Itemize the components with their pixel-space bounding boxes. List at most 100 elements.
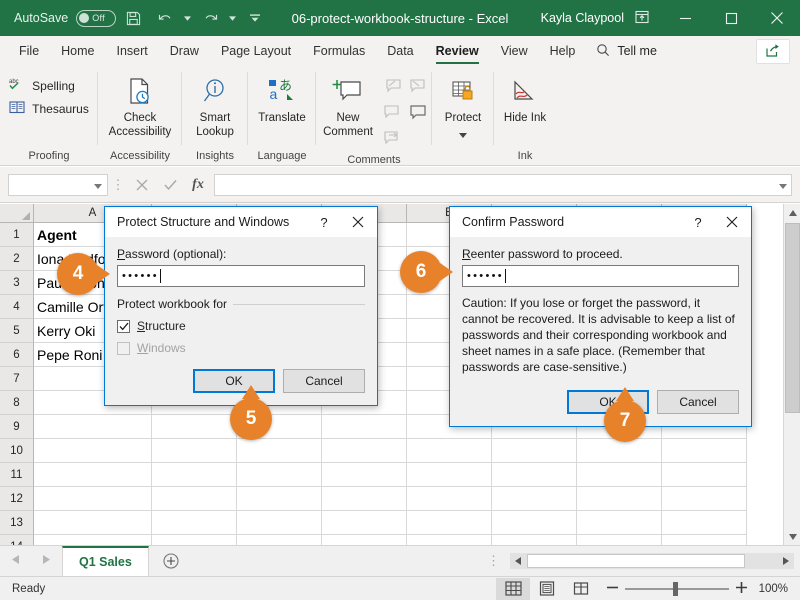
row-header[interactable]: 3 (0, 271, 34, 295)
row-header[interactable]: 10 (0, 439, 34, 463)
row-header[interactable]: 7 (0, 367, 34, 391)
cell-e10[interactable] (407, 439, 492, 463)
cell-b14[interactable] (152, 535, 237, 545)
hide-ink-button[interactable]: Hide Ink (495, 70, 555, 126)
formula-input[interactable] (214, 174, 792, 196)
cell-e14[interactable] (407, 535, 492, 545)
cell-d11[interactable] (322, 463, 407, 487)
zoom-in-icon[interactable] (735, 581, 748, 597)
cell-h13[interactable] (662, 511, 747, 535)
tab-file[interactable]: File (8, 36, 50, 66)
checkbox-checked-icon[interactable] (117, 320, 130, 333)
cell-h12[interactable] (662, 487, 747, 511)
redo-dropdown-icon[interactable] (227, 5, 238, 31)
check-accessibility-button[interactable]: Check Accessibility (104, 70, 176, 139)
cell-a13[interactable] (34, 511, 152, 535)
cell-g13[interactable] (577, 511, 662, 535)
row-header[interactable]: 11 (0, 463, 34, 487)
save-icon[interactable] (118, 5, 148, 31)
add-sheet-icon[interactable] (149, 553, 193, 569)
tab-data[interactable]: Data (376, 36, 424, 66)
thesaurus-button[interactable]: Thesaurus (9, 100, 89, 118)
cell-g12[interactable] (577, 487, 662, 511)
tab-help[interactable]: Help (539, 36, 587, 66)
vertical-scrollbar[interactable] (783, 204, 800, 545)
spelling-button[interactable]: abc Spelling (9, 76, 89, 95)
minimize-icon[interactable] (662, 0, 708, 36)
cell-c11[interactable] (237, 463, 322, 487)
cell-a12[interactable] (34, 487, 152, 511)
cell-g10[interactable] (577, 439, 662, 463)
scroll-left-icon[interactable] (510, 553, 526, 569)
undo-icon[interactable] (150, 5, 180, 31)
cell-c10[interactable] (237, 439, 322, 463)
row-header[interactable]: 14 (0, 535, 34, 545)
chevron-down-icon[interactable] (779, 178, 787, 192)
help-icon[interactable]: ? (683, 208, 713, 237)
tab-page-layout[interactable]: Page Layout (210, 36, 302, 66)
cell-e13[interactable] (407, 511, 492, 535)
page-break-preview-icon[interactable] (564, 578, 598, 600)
cell-f12[interactable] (492, 487, 577, 511)
cell-f11[interactable] (492, 463, 577, 487)
ribbon-display-options-icon[interactable] (634, 9, 650, 28)
row-header[interactable]: 4 (0, 295, 34, 319)
page-layout-view-icon[interactable] (530, 578, 564, 600)
cell-e11[interactable] (407, 463, 492, 487)
tell-me-box[interactable]: Tell me (586, 43, 667, 60)
tab-draw[interactable]: Draw (159, 36, 210, 66)
delete-comment-icon[interactable] (383, 104, 402, 123)
row-header[interactable]: 12 (0, 487, 34, 511)
previous-sheet-icon[interactable] (12, 555, 19, 567)
zoom-slider[interactable] (625, 582, 729, 596)
name-box[interactable] (8, 174, 108, 196)
cancel-button[interactable]: Cancel (283, 369, 365, 393)
redo-icon[interactable] (195, 5, 225, 31)
scroll-divider[interactable]: ⋮ (477, 553, 510, 569)
close-icon[interactable] (339, 208, 377, 237)
insert-function-icon[interactable]: fx (184, 174, 212, 196)
scroll-down-icon[interactable] (784, 528, 800, 545)
cell-c12[interactable] (237, 487, 322, 511)
translate-button[interactable]: aあ Translate (249, 70, 315, 126)
cell-g14[interactable] (577, 535, 662, 545)
row-header[interactable]: 13 (0, 511, 34, 535)
chevron-down-icon[interactable] (459, 129, 467, 143)
cell-a14[interactable] (34, 535, 152, 545)
chevron-down-icon[interactable] (94, 178, 102, 192)
row-header[interactable]: 8 (0, 391, 34, 415)
cell-f10[interactable] (492, 439, 577, 463)
cell-d10[interactable] (322, 439, 407, 463)
share-button[interactable] (756, 39, 790, 64)
cell-h10[interactable] (662, 439, 747, 463)
show-comments-icon[interactable] (409, 104, 428, 123)
row-header[interactable]: 1 (0, 223, 34, 247)
horizontal-scrollbar[interactable] (510, 553, 794, 569)
cell-b13[interactable] (152, 511, 237, 535)
next-sheet-icon[interactable] (43, 555, 50, 567)
scroll-right-icon[interactable] (778, 553, 794, 569)
zoom-level[interactable]: 100% (756, 583, 800, 595)
password-input[interactable]: •••••• (117, 265, 365, 287)
row-header[interactable]: 9 (0, 415, 34, 439)
normal-view-icon[interactable] (496, 578, 530, 600)
cell-g11[interactable] (577, 463, 662, 487)
zoom-out-icon[interactable] (606, 581, 619, 597)
vertical-scroll-thumb[interactable] (785, 223, 800, 413)
cell-e12[interactable] (407, 487, 492, 511)
undo-dropdown-icon[interactable] (182, 5, 193, 31)
zoom-slider-handle[interactable] (673, 582, 678, 596)
tab-formulas[interactable]: Formulas (302, 36, 376, 66)
cell-d9[interactable] (322, 415, 407, 439)
cell-d14[interactable] (322, 535, 407, 545)
structure-checkbox-row[interactable]: Structure (117, 319, 365, 333)
cell-f14[interactable] (492, 535, 577, 545)
row-header[interactable]: 2 (0, 247, 34, 271)
select-all-corner[interactable] (0, 204, 34, 223)
cell-f13[interactable] (492, 511, 577, 535)
cell-d13[interactable] (322, 511, 407, 535)
protect-button[interactable]: Protect (433, 70, 493, 142)
row-header[interactable]: 6 (0, 343, 34, 367)
customize-quick-access-icon[interactable] (240, 5, 270, 31)
previous-comment-icon[interactable] (383, 78, 402, 97)
